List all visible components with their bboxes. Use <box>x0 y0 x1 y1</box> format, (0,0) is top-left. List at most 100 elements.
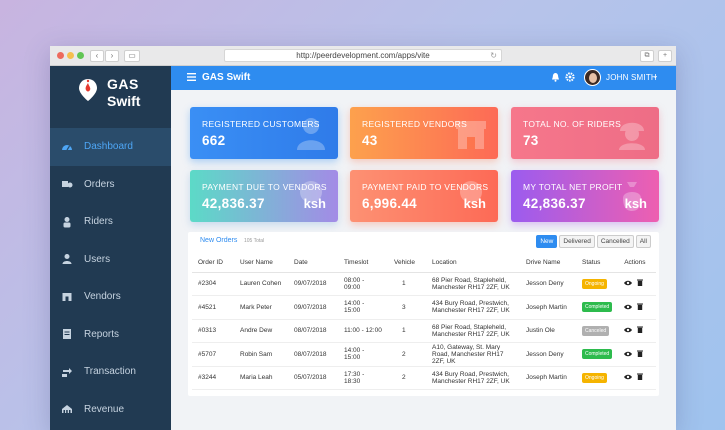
col-order-id[interactable]: Order ID <box>192 253 234 273</box>
eye-icon[interactable] <box>624 280 633 288</box>
trash-icon[interactable] <box>637 326 644 335</box>
order-id: #2304 <box>192 272 234 296</box>
sidebar-item-transaction[interactable]: Transaction <box>50 353 171 391</box>
card-total-riders[interactable]: Total no. of Riders 73 <box>511 107 659 159</box>
status-cell: Completed <box>576 295 619 320</box>
rider-helmet-icon <box>619 122 645 150</box>
dashboard-icon <box>61 141 73 153</box>
col-location[interactable]: Location <box>426 253 520 273</box>
eye-icon[interactable] <box>624 327 633 335</box>
timeslot: 08:00 - 09:00 <box>338 272 388 296</box>
gas-pin-logo-icon <box>79 79 97 101</box>
forward-arrow-icon[interactable]: › <box>105 50 119 62</box>
browser-toolbar: ‹ › ▭ http://peerdevelopment.com/apps/vi… <box>50 46 676 66</box>
card-registered-vendors[interactable]: Registered Vendors 43 <box>350 107 498 159</box>
table-row[interactable]: #0313 Andre Dew 08/07/2018 11:00 - 12:00 1 68… <box>192 319 656 343</box>
url-text: http://peerdevelopment.com/apps/vite <box>296 51 430 60</box>
hamburger-menu-icon[interactable] <box>187 73 196 81</box>
user-name: Robin Sam <box>234 342 288 367</box>
table-row[interactable]: #2304 Lauren Cohen 09/07/2018 08:00 - 09:00… <box>192 272 656 296</box>
sidebar-item-dashboard[interactable]: Dashboard <box>50 128 171 166</box>
order-id: #4521 <box>192 295 234 320</box>
sidebar-item-label: Revenue <box>84 403 125 415</box>
sidebar-toggle-icon[interactable]: ▭ <box>124 50 140 62</box>
reports-icon <box>61 328 73 340</box>
close-window-button[interactable] <box>57 52 64 59</box>
card-value: 43 <box>362 133 378 148</box>
eye-icon[interactable] <box>624 374 633 382</box>
browser-window: ‹ › ▭ http://peerdevelopment.com/apps/vi… <box>50 46 676 430</box>
col-date[interactable]: Date <box>288 253 338 273</box>
trash-icon[interactable] <box>637 279 644 288</box>
sidebar-item-label: Users <box>84 253 111 265</box>
minimize-window-button[interactable] <box>67 52 74 59</box>
maximize-window-button[interactable] <box>77 52 84 59</box>
user-name: Maria Leah <box>234 366 288 390</box>
address-bar[interactable]: http://peerdevelopment.com/apps/vite ↻ <box>224 49 502 62</box>
orders-icon <box>61 178 73 190</box>
sidebar-item-vendors[interactable]: Vendors <box>50 278 171 316</box>
revenue-icon <box>61 403 73 415</box>
chevron-down-icon[interactable]: ⌄ <box>652 71 659 80</box>
col-user-name[interactable]: User Name <box>234 253 288 273</box>
gear-icon[interactable] <box>565 72 575 82</box>
sidebar-item-reports[interactable]: Reports <box>50 316 171 354</box>
trash-icon[interactable] <box>637 373 644 382</box>
timeslot: 17:30 - 18:30 <box>338 366 388 390</box>
driver-name: Jesson Deny <box>520 342 576 367</box>
sidebar-item-orders[interactable]: Orders <box>50 166 171 204</box>
table-row[interactable]: #3244 Maria Leah 05/07/2018 17:30 - 18:30 2 4… <box>192 366 656 390</box>
bell-icon[interactable] <box>551 72 560 82</box>
col-timeslot[interactable]: Timeslot <box>338 253 388 273</box>
filter-delivered[interactable]: Delivered <box>559 235 595 248</box>
filter-all[interactable]: All <box>635 235 651 248</box>
timeslot: 14:00 - 15:00 <box>338 295 388 320</box>
user-name: Mark Peter <box>234 295 288 320</box>
col-status[interactable]: Status <box>576 253 619 273</box>
logo-text-line1: GAS <box>107 76 139 92</box>
card-payment-due[interactable]: Payment due to Vendors 42,836.37 ksh <box>190 170 338 222</box>
order-date: 08/07/2018 <box>288 342 338 367</box>
table-row[interactable]: #4521 Mark Peter 09/07/2018 14:00 - 15:00 3 4… <box>192 295 656 320</box>
customer-icon <box>297 118 325 150</box>
user-name[interactable]: JOHN SMITH <box>606 73 657 82</box>
col-driver-name[interactable]: Drive Name <box>520 253 576 273</box>
avatar[interactable] <box>584 69 601 86</box>
actions-cell <box>618 295 656 320</box>
sidebar-item-label: Dashboard <box>84 141 133 153</box>
col-actions: Actions <box>618 253 656 273</box>
sidebar-item-users[interactable]: Users <box>50 241 171 279</box>
user-name: Andre Dew <box>234 319 288 343</box>
vendor-icon <box>61 291 73 303</box>
vehicle-count: 2 <box>388 366 426 390</box>
col-vehicle[interactable]: Vehicle <box>388 253 426 273</box>
table-row[interactable]: #5707 Robin Sam 08/07/2018 14:00 - 15:00 2 A1… <box>192 342 656 367</box>
user-icon <box>61 253 73 265</box>
location: 68 Pier Road, Stapleheld, Manchester RH1… <box>426 272 520 296</box>
share-icon[interactable]: ⧉ <box>640 50 654 62</box>
reload-icon[interactable]: ↻ <box>490 50 497 61</box>
back-arrow-icon[interactable]: ‹ <box>90 50 104 62</box>
timeslot: 14:00 - 15:00 <box>338 342 388 367</box>
eye-icon[interactable] <box>624 351 633 359</box>
eye-icon[interactable] <box>624 304 633 312</box>
trash-icon[interactable] <box>637 350 644 359</box>
status-badge: Ongoing <box>582 278 607 289</box>
actions-cell <box>618 319 656 343</box>
card-registered-customers[interactable]: Registered Customers 662 <box>190 107 338 159</box>
location: 68 Pier Road, Stapleheld, Manchester RH1… <box>426 319 520 343</box>
sidebar-item-revenue[interactable]: Revenue <box>50 391 171 429</box>
sidebar-item-riders[interactable]: Riders <box>50 203 171 241</box>
new-tab-icon[interactable]: + <box>658 50 672 62</box>
status-cell: Ongoing <box>576 366 619 390</box>
panel-title[interactable]: New Orders <box>200 237 237 244</box>
filter-new[interactable]: New <box>536 235 558 248</box>
card-net-profit[interactable]: My Total Net Profit 42,836.37 ksh <box>511 170 659 222</box>
driver-name: Justin Ole <box>520 319 576 343</box>
card-payment-paid[interactable]: Payment Paid to Vendors 6,996.44 ksh <box>350 170 498 222</box>
card-value: 42,836.37 <box>202 196 265 211</box>
order-date: 09/07/2018 <box>288 295 338 320</box>
driver-name: Jesson Deny <box>520 272 576 296</box>
filter-cancelled[interactable]: Cancelled <box>596 235 634 248</box>
trash-icon[interactable] <box>637 303 644 312</box>
